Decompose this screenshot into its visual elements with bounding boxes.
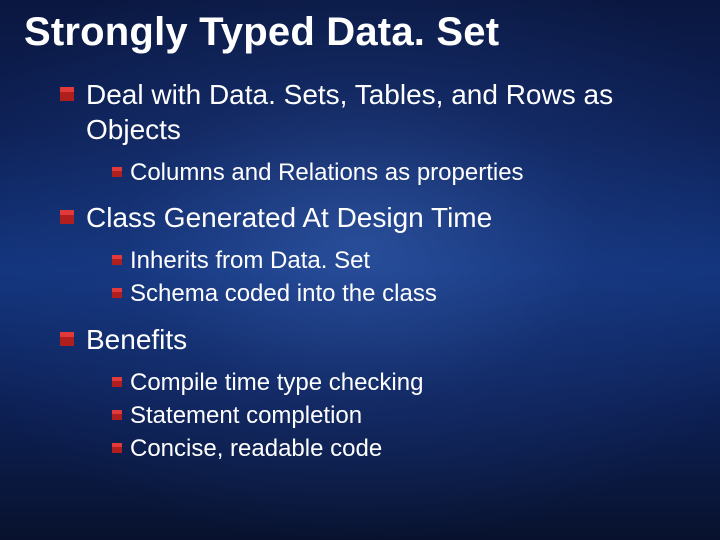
slide: Strongly Typed Data. Set Deal with Data.… — [0, 0, 720, 540]
bullet-icon — [112, 255, 122, 265]
list-item: Class Generated At Design Time Inherits … — [60, 200, 696, 309]
bullet-list: Deal with Data. Sets, Tables, and Rows a… — [24, 77, 696, 464]
list-item: Compile time type checking — [112, 367, 696, 398]
item-text: Inherits from Data. Set — [130, 247, 370, 274]
item-text: Schema coded into the class — [130, 280, 437, 307]
bullet-icon — [112, 377, 122, 387]
item-text: Columns and Relations as properties — [130, 159, 524, 186]
sub-list: Compile time type checking Statement com… — [86, 367, 696, 465]
list-item: Columns and Relations as properties — [112, 157, 696, 188]
list-item: Concise, readable code — [112, 433, 696, 464]
sub-list: Inherits from Data. Set Schema coded int… — [86, 245, 696, 309]
item-text: Class Generated At Design Time — [86, 202, 492, 233]
item-text: Benefits — [86, 324, 187, 355]
list-item: Statement completion — [112, 400, 696, 431]
bullet-icon — [60, 332, 74, 346]
bullet-icon — [112, 167, 122, 177]
bullet-icon — [60, 210, 74, 224]
bullet-icon — [60, 87, 74, 101]
list-item: Inherits from Data. Set — [112, 245, 696, 276]
item-text: Compile time type checking — [130, 369, 423, 396]
bullet-icon — [112, 288, 122, 298]
bullet-icon — [112, 410, 122, 420]
list-item: Deal with Data. Sets, Tables, and Rows a… — [60, 77, 696, 188]
list-item: Benefits Compile time type checking Stat… — [60, 322, 696, 465]
sub-list: Columns and Relations as properties — [86, 157, 696, 188]
item-text: Concise, readable code — [130, 435, 382, 462]
slide-title: Strongly Typed Data. Set — [24, 10, 696, 55]
bullet-icon — [112, 443, 122, 453]
list-item: Schema coded into the class — [112, 278, 696, 309]
item-text: Statement completion — [130, 402, 362, 429]
item-text: Deal with Data. Sets, Tables, and Rows a… — [86, 79, 613, 145]
